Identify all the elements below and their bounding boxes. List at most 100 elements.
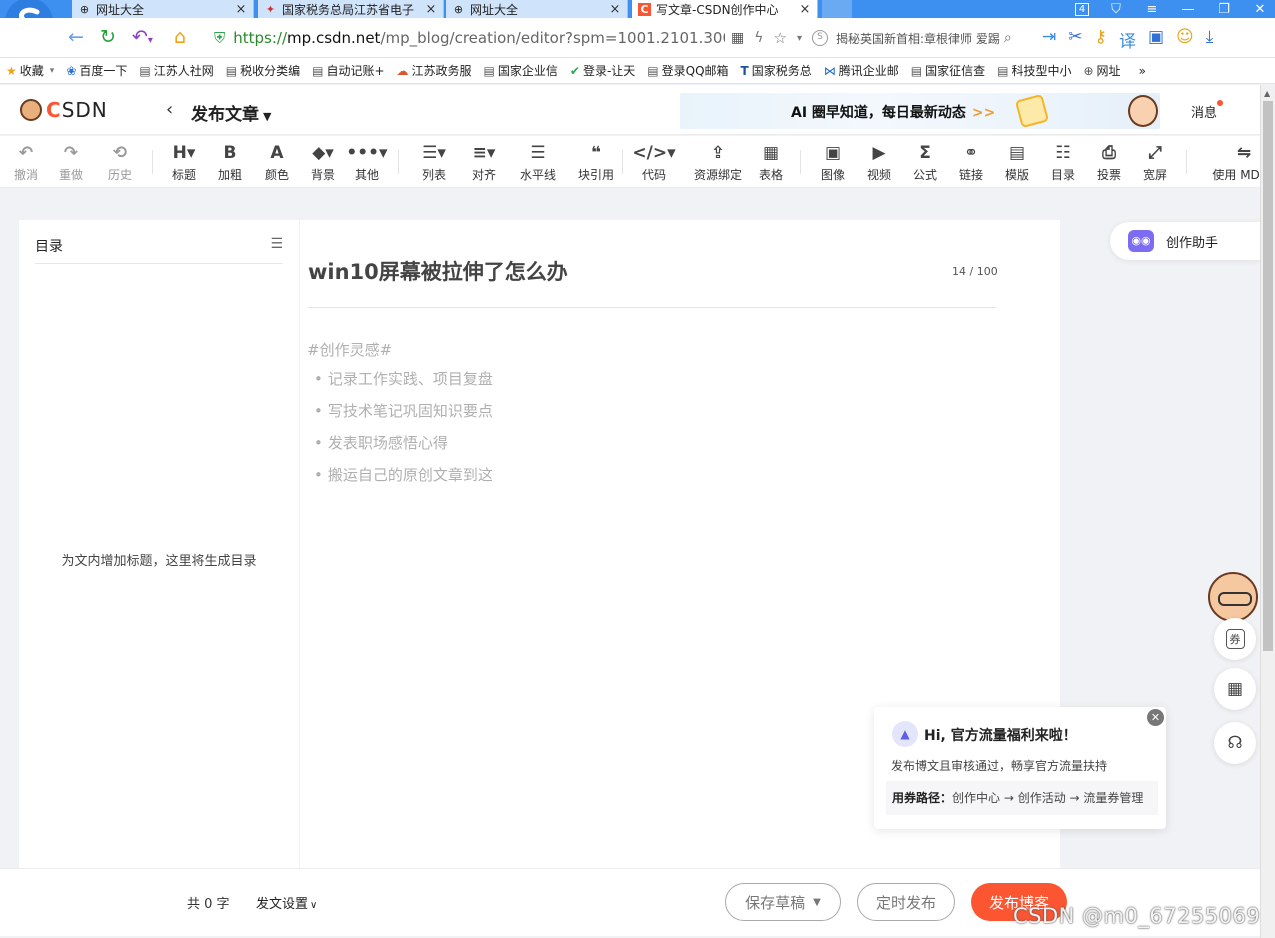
close-icon[interactable]: ✕ (1147, 709, 1164, 726)
emoji-icon[interactable]: ☺ (1176, 27, 1194, 52)
promo-description: 发布博文且审核通过，畅享官方流量扶持 (891, 759, 1108, 773)
tab-count-badge[interactable]: 4 (1075, 2, 1089, 16)
notes-icon[interactable]: ▣ (1148, 27, 1164, 52)
toolbar-toc-button[interactable]: ☷ 目录 (1041, 142, 1085, 183)
tab-2[interactable]: ✦ 国家税务总局江苏省电子 × (258, 0, 444, 18)
toolbar-code-button[interactable]: </>▾ 代码 (632, 142, 676, 183)
page-scrollbar[interactable]: ▲ (1260, 85, 1275, 938)
messages-link[interactable]: 消息 (1191, 102, 1217, 121)
ai-news-banner[interactable]: AI 圈早知道，每日最新动态 >> (680, 93, 1160, 129)
promo-path[interactable]: 用券路径：创作中心 → 创作活动 → 流量券管理 (886, 781, 1158, 815)
toolbar-list-button[interactable]: ☰▾ 列表 (412, 142, 456, 183)
save-draft-button[interactable]: 保存草稿 ▼ (725, 883, 841, 921)
menu-icon[interactable]: ≡ (1143, 2, 1161, 17)
bookmark-item[interactable]: ✔ 登录-让天 (564, 62, 641, 79)
bookmark-star-icon[interactable]: ☆ (774, 29, 787, 47)
url-dropdown-icon[interactable]: ▾ (797, 33, 802, 44)
undo-close-icon[interactable]: ↶▾ (132, 26, 153, 52)
toolbar-vote-button[interactable]: ⎙ 投票 (1087, 142, 1131, 183)
toolbar-history-button[interactable]: ⟲ 历史 (98, 142, 142, 183)
list-item: 发表职场感悟心得 (314, 430, 493, 462)
back-arrow-icon[interactable]: ‹ (166, 99, 173, 120)
image-icon: ▣ (824, 143, 842, 163)
tab-3[interactable]: ⊕ 网址大全 × (446, 0, 628, 18)
traffic-promo-popup: ✕ ▲ Hi, 官方流量福利来啦！ 发布博文且审核通过，畅享官方流量扶持 用券路… (874, 707, 1166, 829)
coupon-button[interactable]: 券 (1214, 618, 1256, 660)
toolbar-video-button[interactable]: ▶ 视频 (857, 142, 901, 183)
scrollbar-thumb[interactable] (1263, 101, 1273, 651)
bookmark-item[interactable]: ❀ 百度一下 (60, 62, 133, 79)
schedule-publish-button[interactable]: 定时发布 (857, 883, 955, 921)
list-icon: ☰▾ (422, 143, 446, 163)
toolbar-formula-button[interactable]: Σ 公式 (903, 142, 947, 183)
bookmark-item[interactable]: ▤ 登录QQ邮箱 (641, 62, 734, 79)
bookmark-item[interactable]: ▤ 国家征信查 (905, 62, 991, 79)
bookmark-item[interactable]: ⊕ 网址 (1077, 62, 1126, 79)
article-title-input[interactable]: win10屏幕被拉伸了怎么办 (308, 256, 568, 286)
sogou-search-icon: S (812, 30, 828, 46)
tab-4-active[interactable]: C 写文章-CSDN创作中心 × (632, 0, 818, 18)
toolbar-link-button[interactable]: ⚭ 链接 (949, 142, 993, 183)
bookmark-item[interactable]: ▤ 税收分类编 (220, 62, 306, 79)
bookmark-item[interactable]: ▤ 科技型中小 (991, 62, 1077, 79)
toolbar-redo-button[interactable]: ↷ 重做 (49, 142, 93, 183)
refresh-icon[interactable]: ↻ (100, 26, 116, 48)
new-tab-button[interactable] (822, 0, 852, 18)
restore-icon[interactable]: ❐ (1215, 2, 1233, 17)
bookmark-item[interactable]: ☁ 江苏政务服 (391, 62, 478, 79)
mascot-avatar[interactable] (1208, 572, 1258, 622)
csdn-logo[interactable]: C SDN (20, 98, 108, 122)
scroll-up-icon[interactable]: ▲ (1264, 89, 1270, 98)
translate-icon[interactable]: 译 (1119, 27, 1136, 52)
toolbar-heading-button[interactable]: H▾ 标题 (162, 142, 206, 183)
toolbar-bold-button[interactable]: B 加粗 (208, 142, 252, 183)
bookmarks-overflow-icon[interactable]: » (1133, 64, 1152, 78)
toolbar-hr-button[interactable]: ☰ 水平线 (516, 142, 560, 183)
url-field[interactable]: ⛨ https:// mp.csdn.net /mp_blog/creation… (206, 24, 802, 52)
bookmark-item[interactable]: ▤ 国家企业信 (478, 62, 564, 79)
collapse-toc-icon[interactable]: ☰ (270, 236, 283, 252)
toolbar-blockquote-button[interactable]: ❝ 块引用 (574, 142, 618, 183)
scissors-icon[interactable]: ✂ (1068, 27, 1082, 52)
toolbar-undo-button[interactable]: ↶ 撤消 (4, 142, 48, 183)
qr-icon[interactable]: ▦ (731, 30, 744, 46)
close-window-icon[interactable]: ✕ (1251, 2, 1269, 17)
minimize-icon[interactable]: — (1179, 2, 1197, 17)
close-icon[interactable]: × (233, 2, 249, 17)
toolbar-table-button[interactable]: ▦ 表格 (749, 142, 793, 183)
home-icon[interactable]: ⌂ (174, 26, 186, 48)
customer-service-button[interactable]: ☊ (1214, 722, 1256, 764)
toolbar-align-button[interactable]: ≡▾ 对齐 (462, 142, 506, 183)
close-icon[interactable]: × (797, 2, 813, 17)
publish-settings-link[interactable]: 发文设置 ∨ (256, 893, 317, 912)
toolbar-resource-button[interactable]: ⇪ 资源绑定 (690, 142, 746, 183)
creation-assistant-button[interactable]: ◉◉ 创作助手 (1110, 222, 1260, 260)
placeholder-list[interactable]: 记录工作实践、项目复盘 写技术笔记巩固知识要点 发表职场感悟心得 搬运自己的原创… (314, 366, 493, 494)
placeholder-heading[interactable]: #创作灵感# (307, 339, 392, 360)
bookmark-item[interactable]: ⋈ 腾讯企业邮 (818, 62, 905, 79)
download-icon[interactable]: ⤓ (1206, 27, 1214, 52)
hr-icon: ☰ (530, 143, 546, 163)
bookmark-item[interactable]: ▤ 江苏人社网 (133, 62, 219, 79)
close-icon[interactable]: × (607, 2, 623, 17)
toolbar-widescreen-button[interactable]: ⤢ 宽屏 (1133, 142, 1177, 183)
toolbar-template-button[interactable]: ▤ 模版 (995, 142, 1039, 183)
toolbar-color-button[interactable]: A 颜色 (255, 142, 299, 183)
search-icon[interactable]: ⌕ (1004, 30, 1012, 46)
page-title[interactable]: 发布文章 ▼ (191, 100, 271, 125)
toolbar-other-button[interactable]: •••▾ 其他 (345, 142, 389, 183)
shirt-icon[interactable]: ⛉ (1107, 2, 1125, 17)
key-icon[interactable]: ⚷ (1095, 27, 1107, 52)
qr-code-button[interactable]: ▦ (1214, 668, 1256, 710)
close-icon[interactable]: × (423, 2, 439, 17)
bookmark-item[interactable]: T 国家税务总 (735, 62, 818, 79)
toolbar-image-button[interactable]: ▣ 图像 (811, 142, 855, 183)
lightning-icon[interactable]: ϟ (754, 30, 763, 46)
search-field[interactable]: S 揭秘英国新首相:章根律师 爱踢 ⌕ (812, 25, 1034, 51)
back-icon[interactable]: ← (68, 26, 84, 48)
bookmark-item[interactable]: ★ 收藏 ▾ (0, 62, 60, 79)
tab-1[interactable]: ⊕ 网址大全 × (72, 0, 254, 18)
bookmark-item[interactable]: ▤ 自动记账+ (306, 62, 390, 79)
toolbar-background-button[interactable]: ◆▾ 背景 (301, 142, 345, 183)
login-icon[interactable]: ⇥ (1042, 27, 1056, 52)
